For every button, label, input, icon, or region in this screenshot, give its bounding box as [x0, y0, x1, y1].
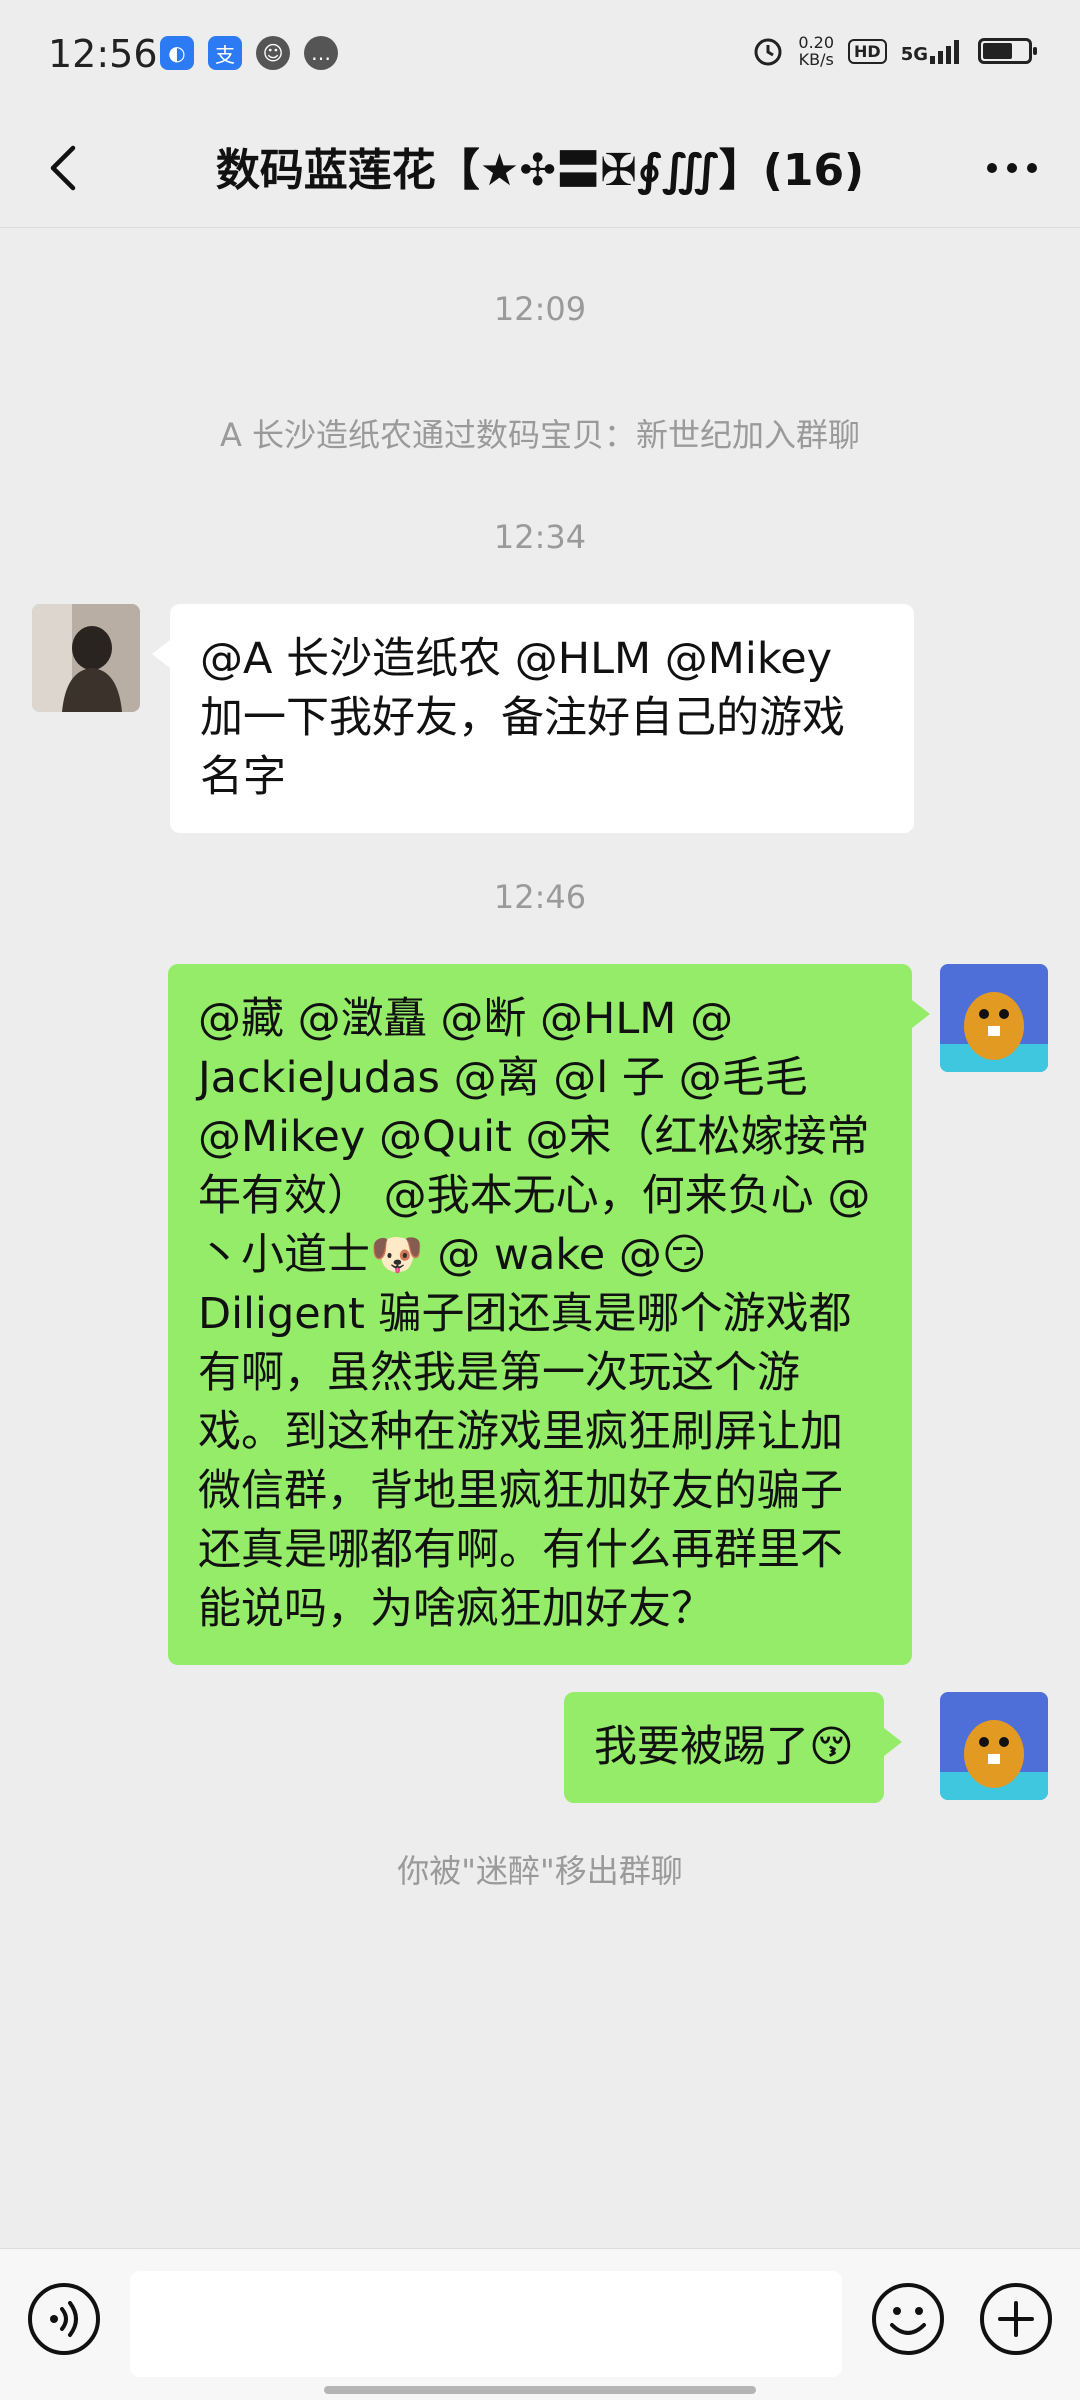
more-icon [987, 163, 1037, 173]
status-indicators: 0.20 KB/s HD 5G [752, 34, 1037, 68]
signal-icon [930, 40, 959, 64]
home-indicator[interactable] [324, 2386, 756, 2394]
browser-notification-icon: ◐ [160, 36, 194, 70]
voice-button[interactable] [26, 2281, 102, 2357]
speed-unit: KB/s [798, 50, 834, 69]
plus-icon [980, 2283, 1052, 2355]
timestamp: 12:34 [493, 518, 587, 556]
chat-header: 数码蓝莲花【★✣〓✠∮∭】(16) [0, 110, 1080, 228]
hd-badge: HD [848, 38, 887, 64]
alipay-notification-icon: 支 [208, 36, 242, 70]
message-bubble-sent[interactable]: 我要被踢了😚 [564, 1692, 902, 1803]
battery-icon [978, 38, 1037, 64]
chevron-left-icon [50, 145, 76, 191]
message-bubble-sent[interactable]: @藏 @澂矗 @断 @HLM @ JackieJudas @离 @l 子 @毛毛… [168, 964, 930, 1665]
my-avatar[interactable] [940, 964, 1048, 1072]
voice-icon [28, 2283, 100, 2355]
notification-icons: ◐ 支 ☺ … [160, 36, 338, 70]
emoji-icon [872, 2283, 944, 2355]
input-bar [0, 2248, 1080, 2400]
plus-button[interactable] [978, 2281, 1054, 2357]
status-bar: 12:56 ◐ 支 ☺ … 0.20 KB/s HD 5G [0, 0, 1080, 110]
status-time: 12:56 [48, 32, 158, 76]
signal-indicator: 5G [901, 38, 964, 64]
network-speed: 0.20 KB/s [798, 34, 834, 68]
system-message-removed: 你被"迷醉"移出群聊 [397, 1852, 683, 1890]
emoji-button[interactable] [870, 2281, 946, 2357]
chat-title: 数码蓝莲花【★✣〓✠∮∭】(16) [215, 145, 865, 196]
back-button[interactable] [30, 136, 94, 200]
message-notification-icon: … [304, 36, 338, 70]
sender-avatar[interactable] [32, 604, 140, 712]
timestamp: 12:09 [493, 290, 587, 328]
app-notification-icon: ☺ [256, 36, 290, 70]
timestamp: 12:46 [493, 878, 587, 916]
speed-value: 0.20 [798, 33, 835, 52]
my-avatar[interactable] [940, 1692, 1048, 1800]
network-type: 5G [900, 44, 928, 65]
alarm-icon [754, 38, 782, 66]
system-message-join: A 长沙造纸农通过数码宝贝：新世纪加入群聊 [219, 416, 861, 454]
message-input[interactable] [130, 2271, 842, 2377]
chat-screen: 12:56 ◐ 支 ☺ … 0.20 KB/s HD 5G 数码蓝莲花【★✣〓✠… [0, 0, 1080, 2400]
more-button[interactable] [980, 136, 1044, 200]
message-bubble-received[interactable]: @A 长沙造纸农 @HLM @Mikey 加一下我好友，备注好自己的游戏名字 [152, 604, 914, 833]
